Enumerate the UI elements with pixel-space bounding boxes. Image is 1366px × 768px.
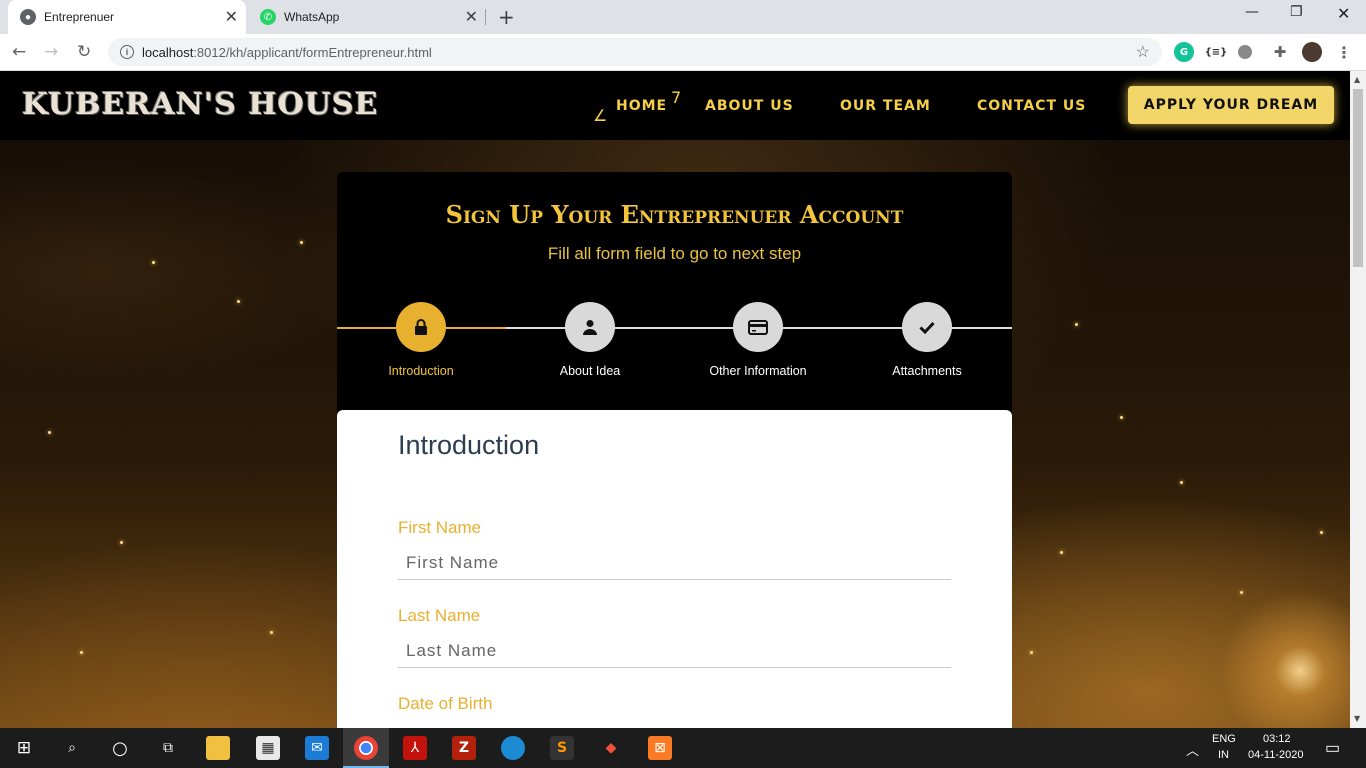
url-path: :8012/kh/applicant/formEntrepreneur.html xyxy=(193,44,432,60)
step-label: About Idea xyxy=(559,364,621,378)
globe-icon: ● xyxy=(20,9,36,25)
step-introduction[interactable]: Introduction xyxy=(346,302,496,378)
date-of-birth-label: Date of Birth xyxy=(398,694,493,713)
background-spark xyxy=(270,631,273,634)
clock-time[interactable]: 03:12 xyxy=(1263,733,1291,745)
region-indicator[interactable]: IN xyxy=(1218,749,1229,761)
xampp-icon[interactable]: ⊠ xyxy=(648,736,672,760)
tab-title: WhatsApp xyxy=(284,10,340,24)
home-decoration-icon: ∠ xyxy=(593,106,608,125)
mail-icon[interactable]: ✉ xyxy=(305,736,329,760)
nav-home[interactable]: HOME xyxy=(616,98,667,114)
background-spark xyxy=(1060,551,1063,554)
nav-contact-us[interactable]: CONTACT US xyxy=(977,98,1086,114)
tab-title: Entreprenuer xyxy=(44,10,115,24)
step-label: Introduction xyxy=(388,364,454,378)
sublime-text-icon[interactable]: S xyxy=(550,736,574,760)
clock-date[interactable]: 04-11-2020 xyxy=(1248,749,1303,761)
credit-card-icon xyxy=(733,302,783,352)
reload-icon[interactable]: ↻ xyxy=(77,42,91,62)
background-spark xyxy=(1075,323,1078,326)
language-indicator[interactable]: ENG xyxy=(1212,733,1236,745)
lock-icon xyxy=(396,302,446,352)
background-spark xyxy=(300,241,303,244)
first-name-label: First Name xyxy=(398,518,482,537)
close-icon[interactable]: ✕ xyxy=(465,7,478,27)
forward-icon[interactable]: → xyxy=(44,42,58,62)
scroll-thumb[interactable] xyxy=(1353,89,1363,267)
site-logo[interactable]: KUBERAN'S HOUSE xyxy=(22,87,378,122)
tab-entreprenuer[interactable]: ● Entreprenuer ✕ xyxy=(8,0,246,34)
last-name-label: Last Name xyxy=(398,606,481,625)
site-header: KUBERAN'S HOUSE ∠ HOME 7 ABOUT US OUR TE… xyxy=(0,71,1350,140)
tab-whatsapp[interactable]: ✆ WhatsApp ✕ xyxy=(248,0,486,34)
back-icon[interactable]: ← xyxy=(12,42,26,62)
step-label: Other Information xyxy=(709,364,807,378)
scroll-down-icon[interactable]: ▼ xyxy=(1354,714,1360,723)
info-icon[interactable]: i xyxy=(120,45,134,59)
page-viewport: KUBERAN'S HOUSE ∠ HOME 7 ABOUT US OUR TE… xyxy=(0,71,1350,728)
search-icon[interactable]: ⌕ xyxy=(60,736,84,760)
background-spark xyxy=(120,541,123,544)
background-spark xyxy=(152,261,155,264)
home-decoration-icon: 7 xyxy=(671,88,682,107)
show-hidden-icons[interactable]: ︿ xyxy=(1186,740,1199,759)
page-scrollbar[interactable]: ▲ ▼ xyxy=(1350,71,1366,728)
notification-icon[interactable]: ▭ xyxy=(1325,738,1340,758)
introduction-panel: Introduction First Name Last Name Date o… xyxy=(337,410,1012,728)
filezilla-icon[interactable]: Z xyxy=(452,736,476,760)
check-icon xyxy=(902,302,952,352)
acrobat-icon[interactable]: ⅄ xyxy=(403,736,427,760)
minimize-icon[interactable]: — xyxy=(1245,4,1259,20)
scroll-up-icon[interactable]: ▲ xyxy=(1354,75,1360,84)
form-title: Sign Up Your Entreprenuer Account xyxy=(445,200,904,229)
step-about-idea[interactable]: About Idea xyxy=(515,302,665,378)
store-icon[interactable]: ▦ xyxy=(256,736,280,760)
apply-your-dream-button[interactable]: APPLY YOUR DREAM xyxy=(1128,86,1334,124)
new-tab-icon[interactable]: + xyxy=(498,5,515,29)
background-spark xyxy=(1240,591,1243,594)
background-spark xyxy=(48,431,51,434)
user-icon xyxy=(565,302,615,352)
cortana-icon[interactable]: ○ xyxy=(108,736,132,760)
step-label: Attachments xyxy=(892,364,962,378)
extensions-puzzle-icon[interactable]: ✚ xyxy=(1270,42,1290,62)
background-spark xyxy=(1120,416,1123,419)
windows-taskbar: ⊞ ⌕ ○ ⧉ ▦ ✉ ⅄ Z S ◆ ⊠ ︿ ENG IN 03:12 04-… xyxy=(0,728,1366,768)
git-icon[interactable]: ◆ xyxy=(599,736,623,760)
form-subtitle: Fill all form field to go to next step xyxy=(547,244,802,263)
chrome-icon[interactable] xyxy=(354,736,378,760)
step-attachments[interactable]: Attachments xyxy=(852,302,1002,378)
close-icon[interactable]: ✕ xyxy=(225,7,238,27)
file-explorer-icon[interactable] xyxy=(206,736,230,760)
background-spark xyxy=(1320,531,1323,534)
windows-start-icon[interactable]: ⊞ xyxy=(12,736,36,760)
grammarly-icon[interactable]: G xyxy=(1174,42,1194,62)
signup-card: Sign Up Your Entreprenuer Account Fill a… xyxy=(337,172,1012,728)
step-other-information[interactable]: Other Information xyxy=(683,302,833,378)
background-spark xyxy=(1030,651,1033,654)
background-spark xyxy=(1180,481,1183,484)
background-spark xyxy=(237,300,240,303)
background-spark xyxy=(80,651,83,654)
browser-toolbar: ← → ↻ i localhost:8012/kh/applicant/form… xyxy=(0,34,1366,71)
close-window-icon[interactable]: ✕ xyxy=(1337,4,1350,23)
json-extension-icon[interactable]: {≡} xyxy=(1205,42,1228,62)
section-title: Introduction xyxy=(398,430,540,460)
nav-our-team[interactable]: OUR TEAM xyxy=(840,98,931,114)
extension-circle-icon[interactable] xyxy=(1238,45,1252,59)
url-host: localhost xyxy=(142,44,194,60)
address-bar[interactable]: i localhost:8012/kh/applicant/formEntrep… xyxy=(108,38,1162,66)
edge-icon[interactable] xyxy=(501,736,525,760)
whatsapp-icon: ✆ xyxy=(260,9,276,25)
task-view-icon[interactable]: ⧉ xyxy=(156,736,180,760)
browser-tab-bar: ● Entreprenuer ✕ ✆ WhatsApp ✕ + — ❐ ✕ xyxy=(0,0,1366,34)
maximize-icon[interactable]: ❐ xyxy=(1290,4,1303,20)
nav-about-us[interactable]: ABOUT US xyxy=(705,98,794,114)
menu-dots-icon[interactable]: ⋮ xyxy=(1334,42,1354,62)
profile-avatar[interactable] xyxy=(1302,42,1322,62)
first-name-input[interactable] xyxy=(398,546,951,580)
last-name-input[interactable] xyxy=(398,634,951,668)
bookmark-star-icon[interactable]: ☆ xyxy=(1136,42,1150,62)
